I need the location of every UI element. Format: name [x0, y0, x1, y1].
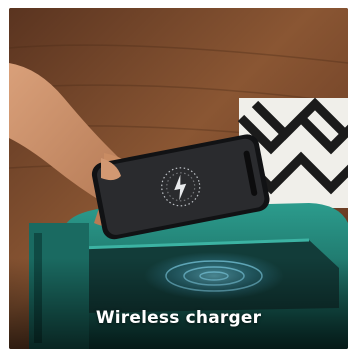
image-caption: Wireless charger	[95, 308, 262, 328]
product-image: Wireless charger	[9, 8, 348, 349]
caption-scrim	[9, 258, 348, 349]
wireless-charger-photo	[9, 8, 348, 349]
